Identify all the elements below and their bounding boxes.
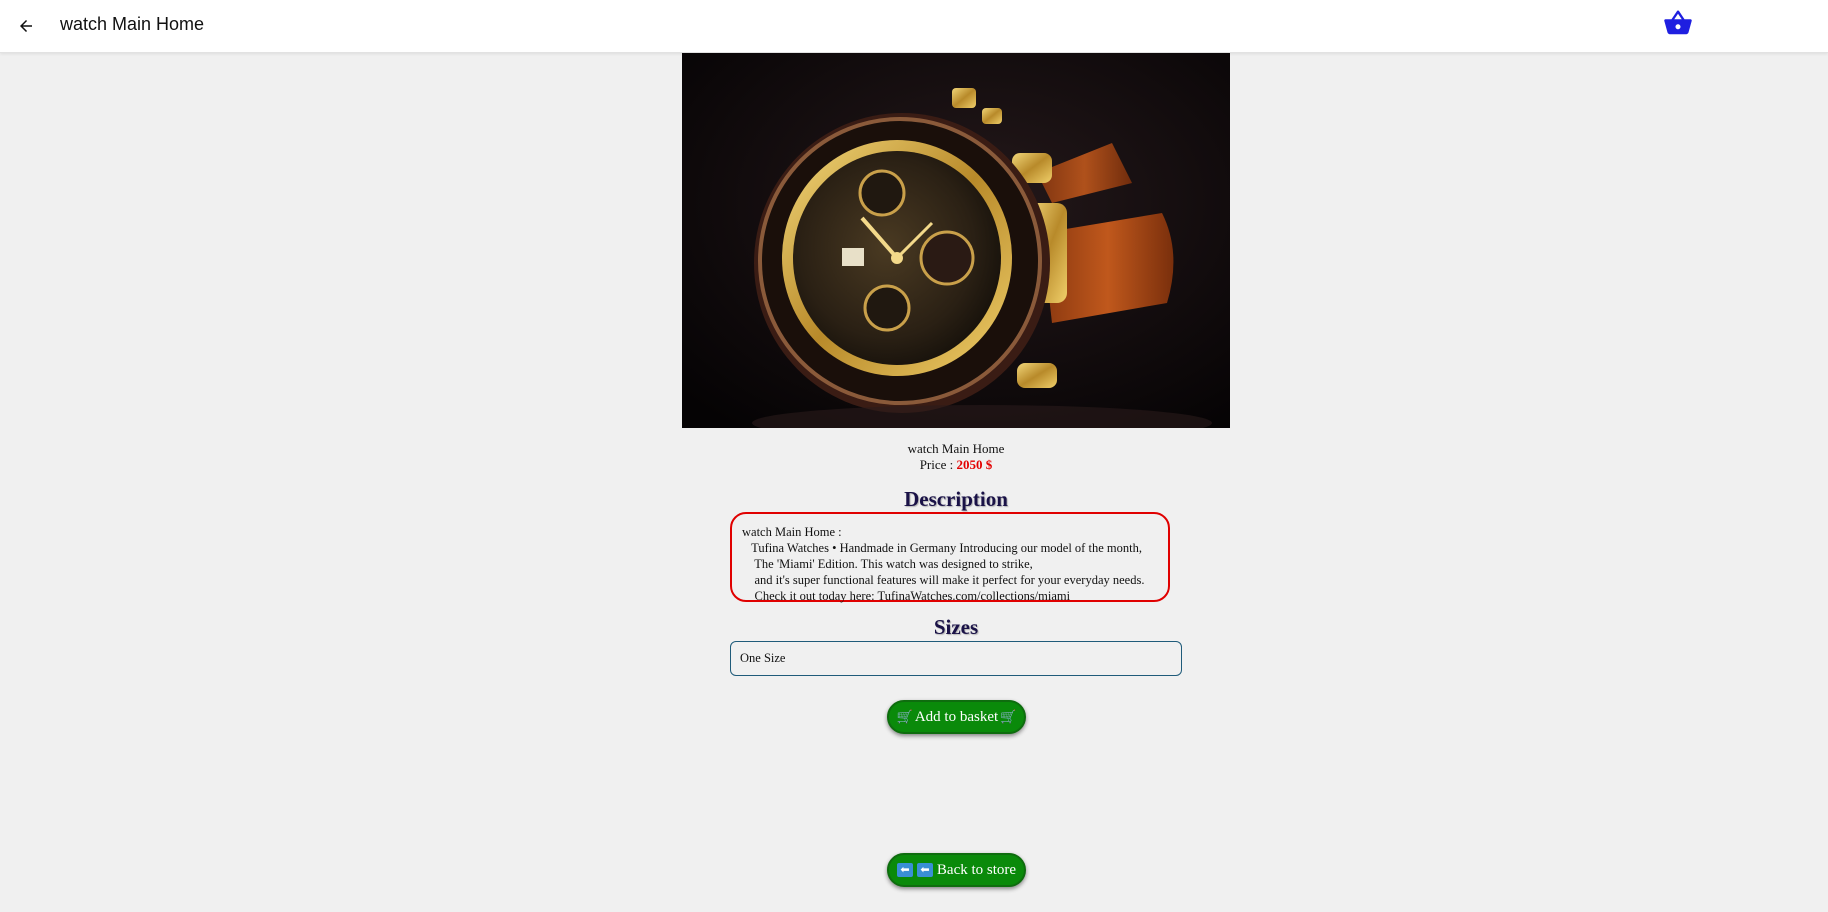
description-line: Tufina Watches • Handmade in Germany Int… — [742, 541, 1142, 555]
back-arrow-icon: ⬅ — [916, 863, 933, 877]
price-line: Price : 2050 $ — [0, 457, 1828, 473]
price-value: 2050 $ — [956, 457, 993, 472]
cart-icon: 🛒 — [1000, 709, 1017, 725]
basket-icon — [1664, 10, 1692, 35]
back-to-store-label: Back to store — [936, 861, 1017, 878]
product-image — [682, 53, 1230, 428]
product-name: watch Main Home — [907, 441, 1005, 456]
description-line: watch Main Home : — [742, 525, 842, 539]
description-line: Check it out today here: TufinaWatches.c… — [742, 589, 1071, 603]
back-button[interactable] — [8, 8, 44, 44]
add-to-basket-button[interactable]: 🛒 Add to basket 🛒 — [887, 700, 1026, 734]
description-line: and it's super functional features will … — [742, 573, 1145, 587]
app-bar: watch Main Home — [0, 0, 1828, 53]
description-heading: Description — [904, 487, 1008, 511]
description-box: watch Main Home : Tufina Watches • Handm… — [730, 512, 1170, 603]
basket-button[interactable] — [1660, 8, 1696, 38]
page-title: watch Main Home — [60, 14, 205, 34]
back-to-store-button[interactable]: ⬅ ⬅ Back to store — [887, 853, 1026, 887]
size-select[interactable]: One Size — [730, 641, 1182, 676]
add-to-basket-label: Add to basket — [914, 708, 999, 725]
back-arrow-icon: ⬅ — [896, 863, 913, 877]
description-line: The 'Miami' Edition. This watch was desi… — [742, 557, 1033, 571]
price-label: Price : — [919, 457, 954, 472]
sizes-heading: Sizes — [933, 615, 979, 639]
arrow-left-icon — [20, 20, 32, 32]
cart-icon: 🛒 — [896, 709, 913, 725]
watch-photo — [682, 53, 1230, 428]
